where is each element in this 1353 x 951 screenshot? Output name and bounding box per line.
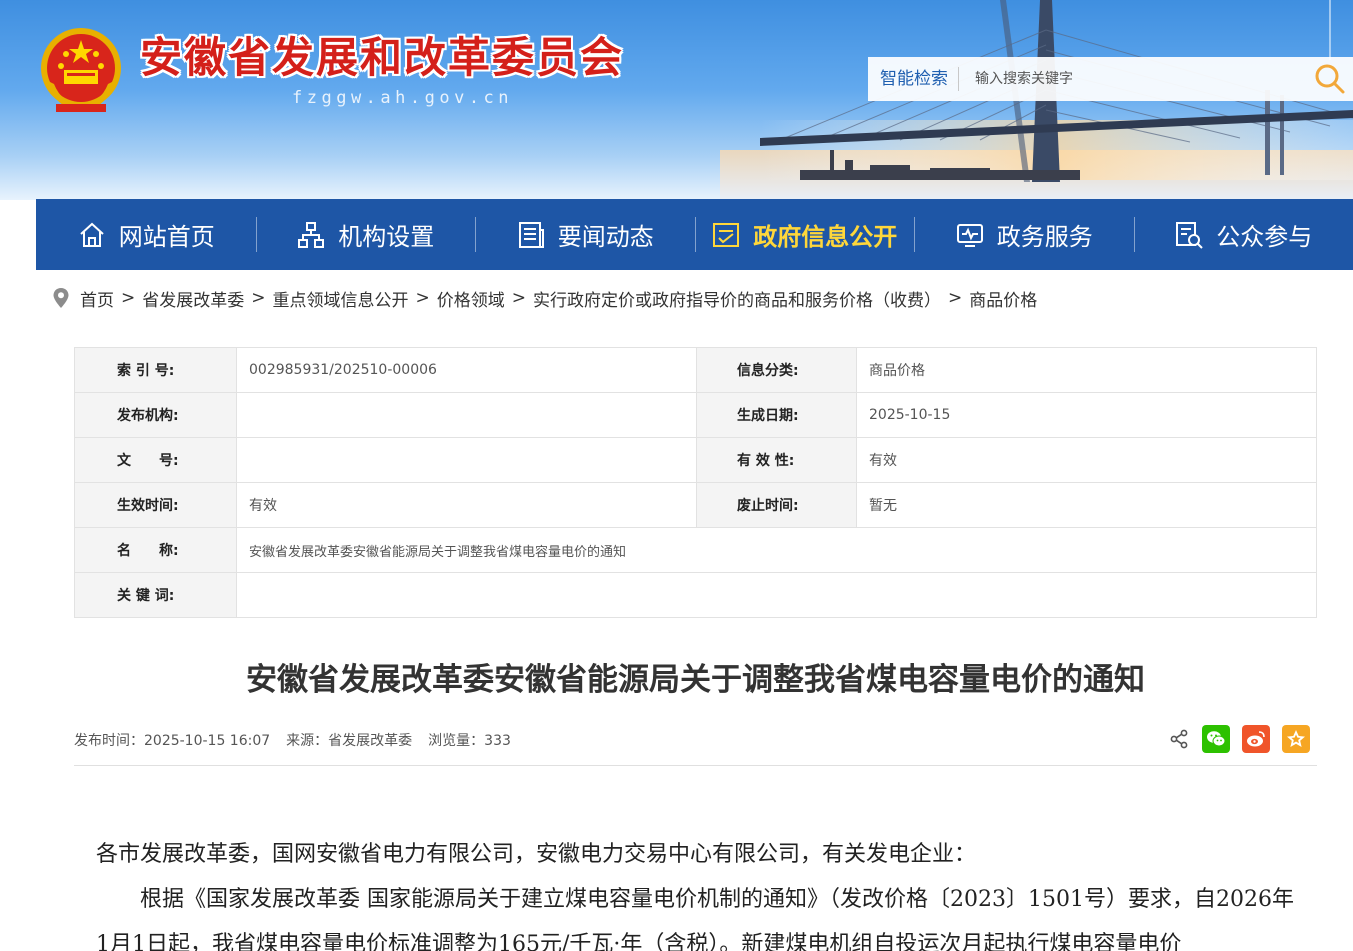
service-monitor-icon: [956, 223, 983, 247]
breadcrumb-separator: >: [251, 288, 266, 308]
share-bar: [1168, 724, 1310, 754]
breadcrumb-item-key-areas[interactable]: 重点领域信息公开: [273, 286, 409, 311]
share-wechat-button[interactable]: [1202, 725, 1230, 753]
home-icon: [80, 222, 104, 247]
search-icon: [1315, 64, 1345, 94]
article-paragraph: 根据《国家发展改革委 国家能源局关于建立煤电容量电价机制的通知》（发改价格〔20…: [96, 887, 1294, 951]
org-chart-icon: [298, 221, 325, 248]
breadcrumb-separator: >: [121, 288, 136, 308]
nav-label: 要闻动态: [557, 223, 654, 251]
breadcrumb-item-price-field[interactable]: 价格领域: [437, 286, 505, 311]
generated-date-value: 2025-10-15: [856, 392, 1317, 438]
document-number-value: [236, 437, 697, 483]
nav-label: 机构设置: [338, 223, 435, 251]
add-favorite-button[interactable]: [1282, 725, 1310, 753]
table-row: 发布机构: 生成日期: 2025-10-15: [74, 392, 1317, 438]
nav-label: 政府信息公开: [753, 223, 898, 251]
breadcrumb-item-ndrc[interactable]: 省发展改革委: [142, 286, 244, 311]
info-category-label: 信息分类:: [696, 347, 857, 393]
article-body: 各市发展改革委，国网安徽省电力有限公司，安徽电力交易中心有限公司，有关发电企业：…: [96, 832, 1296, 951]
site-domain: fzggw.ah.gov.cn: [292, 88, 514, 108]
star-icon: [1287, 730, 1305, 747]
site-title: 安徽省发展和改革委员会: [140, 33, 625, 82]
validity-label: 有 效 性:: [696, 437, 857, 483]
breadcrumb-item-home[interactable]: 首页: [80, 286, 114, 311]
publisher-value: [236, 392, 697, 438]
effective-time-value: 有效: [236, 482, 697, 528]
document-name-label: 名 称:: [74, 527, 237, 573]
main-nav: 网站首页 机构设置 要闻动态 政府信息公开 政务服务 公众参与: [36, 199, 1353, 270]
nav-item-home[interactable]: 网站首页: [36, 199, 256, 270]
breadcrumb-separator: >: [415, 288, 430, 308]
info-public-icon: [713, 222, 740, 247]
effective-time-label: 生效时间:: [74, 482, 237, 528]
validity-value: 有效: [856, 437, 1317, 483]
breadcrumb: 首页 > 省发展改革委 > 重点领域信息公开 > 价格领域 > 实行政府定价或政…: [52, 284, 1037, 312]
table-row: 文 号: 有 效 性: 有效: [74, 437, 1317, 483]
abolish-time-value: 暂无: [856, 482, 1317, 528]
breadcrumb-item-commodity-price[interactable]: 商品价格: [969, 286, 1037, 311]
search-button[interactable]: [1307, 57, 1353, 101]
nav-item-organization[interactable]: 机构设置: [255, 199, 476, 270]
publisher-label: 发布机构:: [74, 392, 237, 438]
keywords-label: 关 键 词:: [74, 572, 237, 618]
article-title: 安徽省发展改革委安徽省能源局关于调整我省煤电容量电价的通知: [246, 662, 1145, 698]
national-emblem-icon: [41, 28, 121, 112]
publish-time: 发布时间：2025-10-15 16:07: [74, 733, 271, 749]
breadcrumb-separator: >: [511, 288, 526, 308]
document-info-table: 索 引 号: 002985931/202510-00006 信息分类: 商品价格…: [74, 347, 1317, 618]
nav-item-gov-info-public[interactable]: 政府信息公开: [694, 199, 915, 270]
view-count: 浏览量：333: [428, 733, 511, 749]
index-number-value: 002985931/202510-00006: [236, 347, 697, 393]
weibo-icon: [1247, 731, 1265, 747]
nav-label: 公众参与: [1216, 223, 1313, 251]
article-paragraph: 各市发展改革委，国网安徽省电力有限公司，安徽电力交易中心有限公司，有关发电企业：: [96, 842, 977, 867]
generated-date-label: 生成日期:: [696, 392, 857, 438]
table-row: 关 键 词:: [74, 572, 1317, 618]
breadcrumb-item-gov-pricing[interactable]: 实行政府定价或政府指导价的商品和服务价格（收费）: [533, 286, 941, 311]
news-icon: [518, 221, 544, 248]
breadcrumb-separator: >: [948, 288, 963, 308]
search-box: 智能检索: [868, 57, 1353, 101]
document-number-label: 文 号:: [74, 437, 237, 483]
nav-item-public-participation[interactable]: 公众参与: [1133, 199, 1353, 270]
site-header: 安徽省发展和改革委员会 fzggw.ah.gov.cn 智能检索: [0, 0, 1353, 200]
search-input[interactable]: [959, 59, 1307, 99]
meta-divider: [74, 765, 1317, 766]
share-weibo-button[interactable]: [1242, 725, 1270, 753]
smart-search-label[interactable]: 智能检索: [868, 67, 959, 91]
nav-item-gov-service[interactable]: 政务服务: [914, 199, 1134, 270]
table-row: 索 引 号: 002985931/202510-00006 信息分类: 商品价格: [74, 347, 1317, 393]
document-name-value: 安徽省发展改革委安徽省能源局关于调整我省煤电容量电价的通知: [236, 527, 1317, 573]
article-meta: 发布时间：2025-10-15 16:07 来源：省发展改革委 浏览量：333: [74, 728, 527, 752]
keywords-value: [236, 572, 1317, 618]
participation-icon: [1176, 221, 1203, 249]
nav-item-news[interactable]: 要闻动态: [475, 199, 695, 270]
nav-label: 政务服务: [996, 223, 1093, 251]
location-pin-icon: [53, 288, 69, 308]
nav-label: 网站首页: [118, 223, 215, 251]
table-row: 名 称: 安徽省发展改革委安徽省能源局关于调整我省煤电容量电价的通知: [74, 527, 1317, 573]
index-number-label: 索 引 号:: [74, 347, 237, 393]
table-row: 生效时间: 有效 废止时间: 暂无: [74, 482, 1317, 528]
abolish-time-label: 废止时间:: [696, 482, 857, 528]
share-icon[interactable]: [1168, 728, 1190, 750]
article-source: 来源：省发展改革委: [286, 733, 413, 749]
info-category-value: 商品价格: [856, 347, 1317, 393]
wechat-icon: [1207, 731, 1226, 747]
